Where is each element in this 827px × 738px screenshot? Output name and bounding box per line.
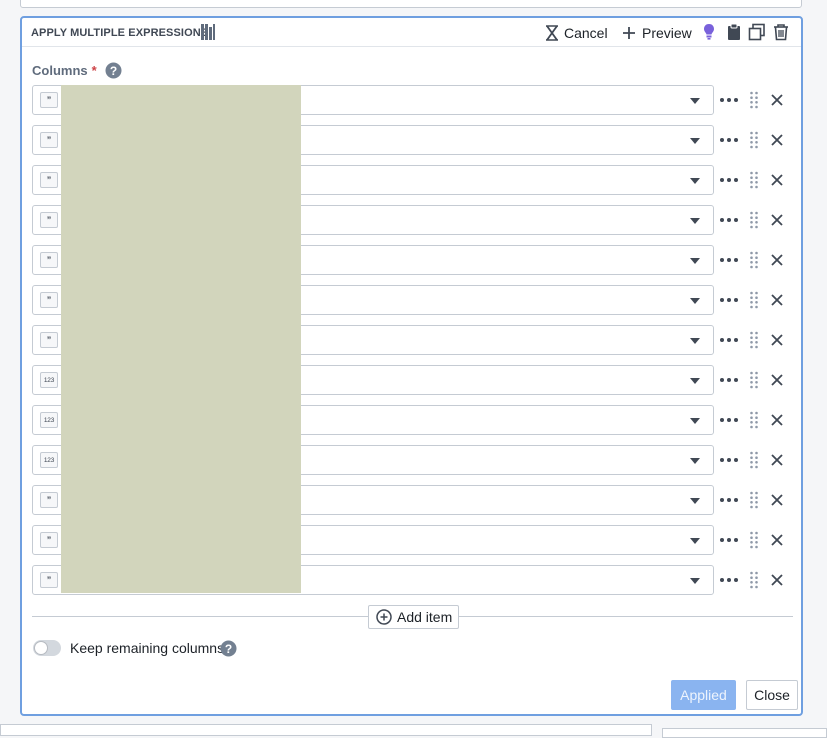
caret-down-icon <box>690 138 700 144</box>
string-type-icon: ” <box>40 172 58 188</box>
numeric-type-icon: 123 <box>40 372 58 388</box>
keep-remaining-columns-label: Keep remaining columns <box>70 640 225 656</box>
string-type-icon: ” <box>40 332 58 348</box>
caret-down-icon <box>690 418 700 424</box>
next-panel-controls-edge <box>662 728 827 738</box>
close-icon[interactable] <box>770 493 784 507</box>
caret-down-icon <box>690 578 700 584</box>
close-icon[interactable] <box>770 533 784 547</box>
redacted-area <box>61 85 301 593</box>
caret-down-icon <box>690 458 700 464</box>
drag-handle-icon[interactable] <box>749 211 759 229</box>
more-options-icon[interactable] <box>719 571 739 589</box>
caret-down-icon <box>690 98 700 104</box>
numeric-type-icon: 123 <box>40 412 58 428</box>
required-marker: * <box>91 63 97 78</box>
caret-down-icon <box>690 178 700 184</box>
add-item-button[interactable]: Add item <box>368 605 459 629</box>
drag-handle-icon[interactable] <box>749 491 759 509</box>
caret-down-icon <box>690 378 700 384</box>
panel-title: APPLY MULTIPLE EXPRESSIONS <box>31 27 209 39</box>
more-options-icon[interactable] <box>719 251 739 269</box>
drag-handle-icon[interactable] <box>749 411 759 429</box>
columns-label: Columns * <box>32 63 97 78</box>
preview-button[interactable]: Preview <box>622 23 692 43</box>
more-options-icon[interactable] <box>719 491 739 509</box>
apply-multiple-expressions-panel: APPLY MULTIPLE EXPRESSIONS Cancel Previe… <box>20 16 803 716</box>
close-icon[interactable] <box>770 573 784 587</box>
string-type-icon: ” <box>40 132 58 148</box>
more-options-icon[interactable] <box>719 291 739 309</box>
more-options-icon[interactable] <box>719 451 739 469</box>
string-type-icon: ” <box>40 492 58 508</box>
close-icon[interactable] <box>770 413 784 427</box>
cancel-button[interactable]: Cancel <box>546 23 608 43</box>
book-icon[interactable] <box>200 23 216 41</box>
svg-text:?: ? <box>110 64 117 78</box>
applied-button[interactable]: Applied <box>671 680 736 710</box>
previous-panel-edge <box>20 0 802 8</box>
string-type-icon: ” <box>40 92 58 108</box>
more-options-icon[interactable] <box>719 91 739 109</box>
cancel-icon <box>546 25 558 41</box>
close-icon[interactable] <box>770 453 784 467</box>
string-type-icon: ” <box>40 292 58 308</box>
drag-handle-icon[interactable] <box>749 131 759 149</box>
drag-handle-icon[interactable] <box>749 331 759 349</box>
string-type-icon: ” <box>40 252 58 268</box>
caret-down-icon <box>690 538 700 544</box>
duplicate-icon[interactable] <box>748 23 766 41</box>
caret-down-icon <box>690 218 700 224</box>
drag-handle-icon[interactable] <box>749 251 759 269</box>
next-panel-edge <box>0 724 652 736</box>
drag-handle-icon[interactable] <box>749 531 759 549</box>
close-icon[interactable] <box>770 293 784 307</box>
trash-icon[interactable] <box>772 23 790 41</box>
close-icon[interactable] <box>770 213 784 227</box>
clipboard-icon[interactable] <box>725 23 743 41</box>
caret-down-icon <box>690 258 700 264</box>
svg-text:?: ? <box>225 642 232 656</box>
drag-handle-icon[interactable] <box>749 571 759 589</box>
caret-down-icon <box>690 298 700 304</box>
drag-handle-icon[interactable] <box>749 451 759 469</box>
drag-handle-icon[interactable] <box>749 171 759 189</box>
close-button[interactable]: Close <box>746 680 798 710</box>
more-options-icon[interactable] <box>719 411 739 429</box>
cancel-label: Cancel <box>564 25 608 41</box>
close-icon[interactable] <box>770 133 784 147</box>
more-options-icon[interactable] <box>719 211 739 229</box>
help-icon[interactable]: ? <box>220 640 237 657</box>
close-icon[interactable] <box>770 93 784 107</box>
close-icon[interactable] <box>770 333 784 347</box>
drag-handle-icon[interactable] <box>749 91 759 109</box>
plus-icon <box>623 27 635 39</box>
string-type-icon: ” <box>40 572 58 588</box>
lightbulb-icon[interactable] <box>700 23 718 41</box>
preview-label: Preview <box>642 25 692 41</box>
panel-header: APPLY MULTIPLE EXPRESSIONS Cancel Previe… <box>22 18 801 47</box>
more-options-icon[interactable] <box>719 171 739 189</box>
add-item-label: Add item <box>397 609 453 625</box>
more-options-icon[interactable] <box>719 531 739 549</box>
string-type-icon: ” <box>40 212 58 228</box>
close-icon[interactable] <box>770 373 784 387</box>
drag-handle-icon[interactable] <box>749 291 759 309</box>
caret-down-icon <box>690 338 700 344</box>
help-icon[interactable]: ? <box>105 62 122 79</box>
keep-remaining-columns-toggle[interactable] <box>33 640 61 656</box>
more-options-icon[interactable] <box>719 371 739 389</box>
drag-handle-icon[interactable] <box>749 371 759 389</box>
numeric-type-icon: 123 <box>40 452 58 468</box>
string-type-icon: ” <box>40 532 58 548</box>
add-circle-icon <box>376 609 392 625</box>
close-icon[interactable] <box>770 253 784 267</box>
close-icon[interactable] <box>770 173 784 187</box>
more-options-icon[interactable] <box>719 331 739 349</box>
more-options-icon[interactable] <box>719 131 739 149</box>
caret-down-icon <box>690 498 700 504</box>
